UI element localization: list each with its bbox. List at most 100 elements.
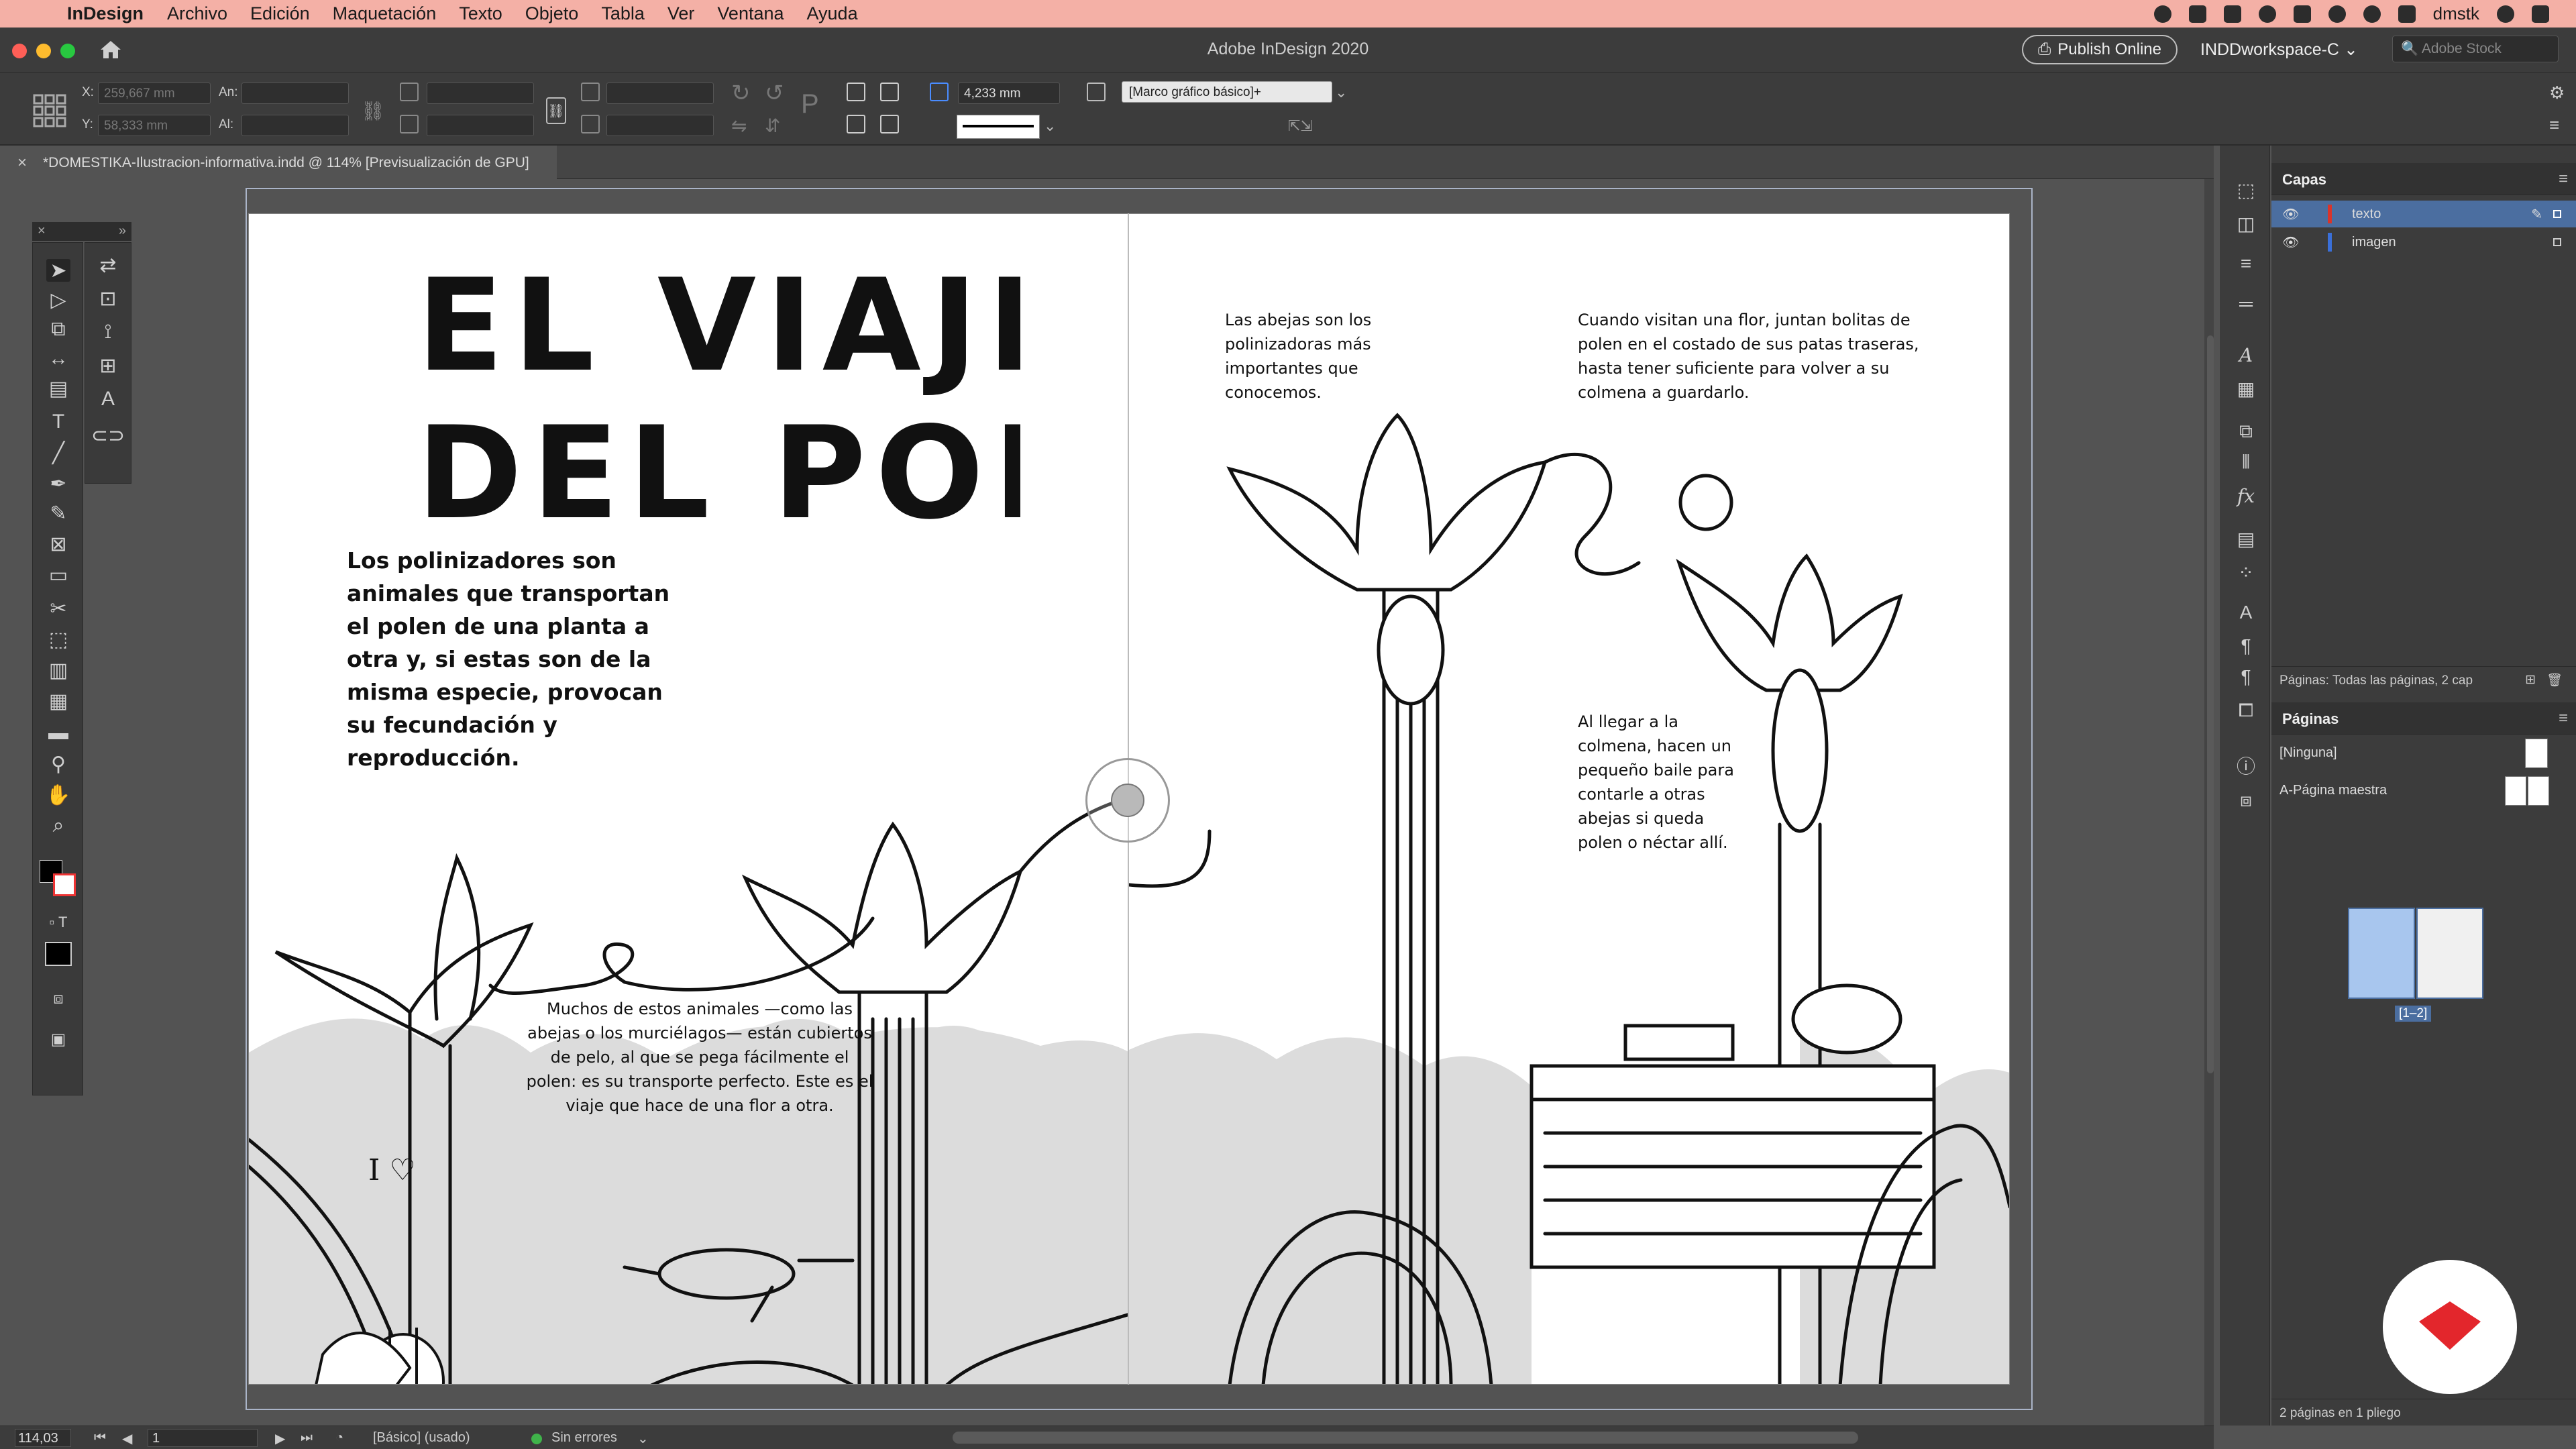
menu-texto[interactable]: Texto — [459, 3, 502, 24]
content-collector-icon[interactable]: ▤ — [46, 377, 70, 400]
pen-tool-icon[interactable]: ✒ — [46, 472, 70, 495]
menu-archivo[interactable]: Archivo — [167, 3, 227, 24]
layers-panel-icon[interactable]: ◫ — [2236, 213, 2256, 234]
menu-ventana[interactable]: Ventana — [717, 3, 784, 24]
zoom-tool-icon[interactable]: ⌕ — [46, 814, 70, 837]
pencil-tool-icon[interactable]: ✎ — [46, 502, 70, 525]
new-layer-icon[interactable]: ⊞ — [2525, 672, 2536, 688]
note-tool-icon[interactable]: ▬ — [46, 722, 70, 745]
master-thumb-right[interactable] — [2528, 776, 2549, 806]
shear-icon[interactable] — [581, 115, 600, 133]
menu-maquetacion[interactable]: Maquetación — [333, 3, 437, 24]
content-placer-icon[interactable]: ⇄ — [96, 254, 120, 276]
paragraph-styles-icon[interactable]: ¶ — [2236, 666, 2256, 687]
selection-tool-icon[interactable]: ➤ — [46, 259, 70, 282]
layer-row[interactable]: 👁 imagen — [2271, 229, 2576, 256]
effects-panel-icon[interactable]: fx — [2236, 485, 2256, 507]
flip-vertical-icon[interactable]: ⇵ — [765, 115, 780, 137]
workspace-switcher[interactable]: INDDworkspace-C ⌄ — [2200, 40, 2358, 60]
scissors-tool-icon[interactable]: ✂ — [46, 597, 70, 620]
preview-mode-icon[interactable]: ▣ — [46, 1028, 70, 1051]
first-page-icon[interactable]: ⏮ — [94, 1430, 106, 1446]
link-icon[interactable]: ⛓ — [546, 97, 566, 124]
rectangle-tool-icon[interactable]: ▭ — [46, 564, 70, 586]
status-app-icon[interactable] — [2223, 5, 2241, 23]
shear-field[interactable] — [606, 115, 714, 136]
measure-tool-icon[interactable]: A — [96, 388, 120, 411]
creative-cloud-icon[interactable] — [2258, 5, 2276, 23]
layers-panel-title[interactable]: Capas — [2282, 171, 2326, 189]
tools-panel-header[interactable]: × » — [32, 222, 131, 241]
vertical-scrollbar-thumb[interactable] — [2207, 335, 2214, 1073]
spotlight-icon[interactable] — [2497, 5, 2514, 23]
page-2-thumb[interactable] — [2416, 908, 2483, 999]
panel-menu-icon[interactable]: ≡ — [2559, 170, 2568, 189]
publish-online-button[interactable]: ⎙ Publish Online — [2022, 35, 2178, 64]
width-field[interactable] — [241, 83, 349, 104]
x-position-field[interactable]: 259,667 mm — [98, 83, 211, 104]
visibility-eye-icon[interactable]: 👁 — [2282, 234, 2299, 251]
chevron-down-icon[interactable]: ⌄ — [1044, 117, 1056, 135]
menu-ver[interactable]: Ver — [667, 3, 695, 24]
rotate-icon[interactable] — [581, 83, 600, 101]
y-position-field[interactable]: 58,333 mm — [98, 115, 211, 136]
hand-tool-icon[interactable]: ✋ — [46, 784, 70, 806]
direct-selection-tool-icon[interactable]: ▷ — [46, 288, 70, 311]
chevron-down-icon[interactable]: ⌄ — [637, 1430, 649, 1447]
free-transform-tool-icon[interactable]: ⬚ — [46, 628, 70, 651]
character-panel-icon[interactable]: A — [2236, 602, 2256, 623]
status-app-icon[interactable] — [2153, 5, 2171, 23]
document-tab[interactable]: × *DOMESTIKA-Ilustracion-informativa.ind… — [0, 146, 557, 179]
scale-y-field[interactable] — [427, 115, 534, 136]
scale-y-icon[interactable] — [400, 115, 419, 133]
close-tab-icon[interactable]: × — [17, 154, 27, 172]
menu-tabla[interactable]: Tabla — [601, 3, 645, 24]
page-left[interactable]: EL VIAJE DEL POLEN Los polinizadores son… — [248, 213, 1129, 1385]
formatting-container-icon[interactable]: ▫ T — [46, 911, 70, 934]
base-status[interactable]: [Básico] (usado) — [373, 1430, 470, 1446]
object-styles-icon[interactable]: ⧠ — [2236, 700, 2256, 720]
stroke-weight-field[interactable]: 4,233 mm — [958, 83, 1060, 104]
stroke-swatch[interactable] — [53, 873, 76, 896]
layers-panel-header[interactable]: Capas ≡ — [2271, 163, 2576, 195]
constrain-proportions-icon[interactable]: ⛓ — [361, 100, 385, 122]
visibility-eye-icon[interactable]: 👁 — [2282, 206, 2299, 223]
trash-icon[interactable]: 🗑 — [2546, 672, 2563, 688]
reference-point-icon[interactable] — [32, 93, 67, 128]
page-right[interactable]: Las abejas son los polinizadoras más imp… — [1129, 213, 2010, 1385]
select-container-icon[interactable] — [847, 115, 865, 133]
link-tool-icon[interactable]: ⊂⊃ — [91, 424, 125, 447]
prev-page-icon[interactable]: ◀ — [122, 1430, 132, 1447]
page-status-icon[interactable]: ◔ — [335, 1430, 343, 1446]
rotate-ccw-icon[interactable]: ↺ — [765, 80, 784, 107]
eyedropper-tool-icon[interactable]: ⚲ — [46, 753, 70, 775]
flip-horizontal-icon[interactable]: ⇋ — [731, 115, 747, 137]
line-tool-icon[interactable]: ╱ — [46, 441, 70, 464]
none-master-thumb[interactable] — [2525, 739, 2548, 768]
align-top-icon[interactable] — [847, 83, 865, 101]
gap-tool-icon[interactable]: ↔ — [46, 347, 70, 370]
horizontal-scrollbar-thumb[interactable] — [953, 1432, 1858, 1444]
pages-panel-title[interactable]: Páginas — [2282, 710, 2339, 728]
battery-icon[interactable] — [2398, 5, 2416, 23]
menu-ayuda[interactable]: Ayuda — [807, 3, 858, 24]
align-panel-icon[interactable]: ⫴ — [2236, 451, 2256, 472]
frame-grid-icon[interactable]: ⊞ — [96, 354, 120, 377]
gear-icon[interactable]: ⚙ — [2549, 83, 2565, 103]
character-styles-icon[interactable]: A — [2236, 344, 2256, 366]
text-wrap-icon[interactable]: ▤ — [2236, 528, 2256, 549]
last-page-icon[interactable]: ⏭ — [301, 1430, 313, 1446]
apply-color-icon[interactable] — [45, 942, 72, 966]
gradient-tool-icon[interactable]: ▥ — [46, 659, 70, 682]
stroke-panel-icon[interactable]: ═ — [2236, 293, 2256, 314]
preflight-status[interactable]: Sin errores — [551, 1430, 617, 1446]
wifi-icon[interactable] — [2363, 5, 2381, 23]
layer-select-box[interactable] — [2553, 238, 2561, 246]
swatches-panel-icon[interactable]: ▦ — [2236, 378, 2256, 399]
control-center-icon[interactable] — [2532, 5, 2549, 23]
chevron-down-icon[interactable]: ⌄ — [1335, 84, 1347, 101]
gradient-feather-tool-icon[interactable]: ▦ — [46, 690, 70, 712]
scale-x-icon[interactable] — [400, 83, 419, 101]
display-icon[interactable] — [2293, 5, 2311, 23]
paragraph-panel-icon[interactable]: ¶ — [2236, 635, 2256, 656]
